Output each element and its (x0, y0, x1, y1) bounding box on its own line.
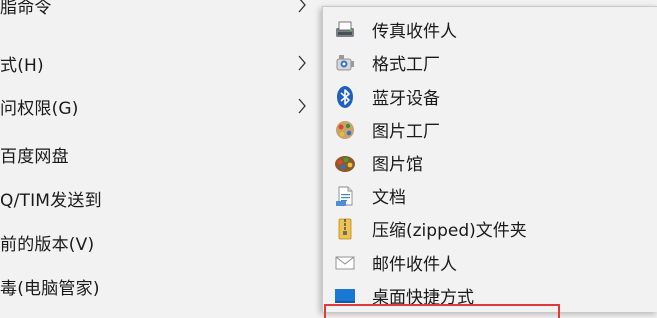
format-factory-icon (333, 51, 357, 75)
send-to-label: 传真收件人 (372, 22, 457, 42)
zip-folder-icon (333, 217, 357, 241)
picture-gallery-icon (333, 151, 357, 175)
send-to-label: 压缩(zipped)文件夹 (372, 221, 527, 241)
fax-icon (333, 18, 357, 42)
context-menu: 脂命令 式(H) 问权限(G) 百度网盘 Q/TIM发送到 前的版本(V) 毒(… (0, 0, 322, 311)
chevron-right-icon (295, 0, 309, 14)
send-to-label: 图片馆 (372, 155, 423, 175)
menu-item-label: 百度网盘 (0, 146, 69, 167)
menu-item-format[interactable]: 式(H) (0, 46, 322, 80)
send-to-picture-factory[interactable]: 图片工厂 (323, 114, 657, 145)
menu-item-label: 式(H) (0, 55, 44, 76)
picture-factory-icon (333, 118, 357, 142)
send-to-label: 图片工厂 (372, 122, 440, 142)
send-to-format-factory[interactable]: 格式工厂 (323, 47, 657, 78)
menu-item-commands[interactable]: 脂命令 (0, 0, 322, 22)
chevron-right-icon (295, 97, 309, 115)
send-to-fax-recipient[interactable]: 传真收件人 (323, 14, 657, 45)
send-to-label: 蓝牙设备 (372, 89, 440, 109)
send-to-zip-folder[interactable]: 压缩(zipped)文件夹 (323, 213, 657, 244)
menu-item-antivirus[interactable]: 毒(电脑管家) (0, 269, 322, 303)
selection-highlight-box (324, 304, 560, 318)
menu-item-label: 前的版本(V) (0, 234, 95, 255)
send-to-picture-gallery[interactable]: 图片馆 (323, 147, 657, 178)
menu-item-label: 脂命令 (0, 0, 52, 18)
menu-item-access-permissions[interactable]: 问权限(G) (0, 89, 322, 123)
send-to-label: 格式工厂 (372, 55, 440, 75)
chevron-right-icon (295, 54, 309, 72)
send-to-documents[interactable]: 文档 (323, 180, 657, 211)
send-to-mail-recipient[interactable]: 邮件收件人 (323, 247, 657, 278)
menu-item-label: 问权限(G) (0, 98, 79, 119)
menu-item-label: Q/TIM发送到 (0, 190, 102, 211)
menu-item-label: 毒(电脑管家) (0, 278, 100, 299)
send-to-submenu: 传真收件人 格式工厂 蓝牙设备 图片工厂 图片馆 文档 压缩(zipped)文件… (322, 6, 657, 318)
menu-item-previous-versions[interactable]: 前的版本(V) (0, 225, 322, 259)
mail-icon (333, 251, 357, 275)
send-to-label: 邮件收件人 (372, 255, 457, 275)
send-to-bluetooth-device[interactable]: 蓝牙设备 (323, 81, 657, 112)
send-to-label: 文档 (372, 188, 406, 208)
menu-item-qq-tim-send[interactable]: Q/TIM发送到 (0, 181, 322, 215)
bluetooth-icon (333, 85, 357, 109)
menu-item-baidu-netdisk[interactable]: 百度网盘 (0, 137, 322, 171)
documents-icon (333, 184, 357, 208)
